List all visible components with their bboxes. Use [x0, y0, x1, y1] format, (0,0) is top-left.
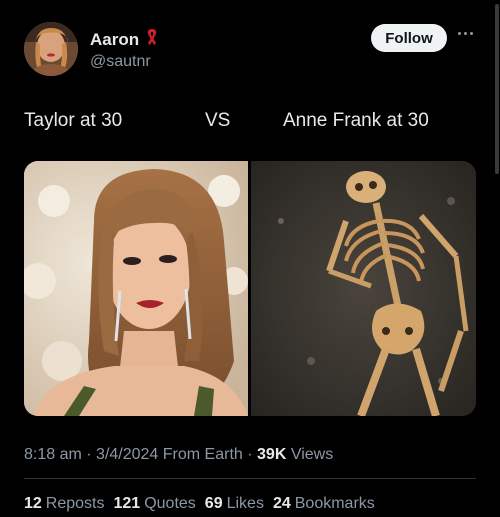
- stat-label: Quotes: [144, 495, 196, 512]
- author-name-row[interactable]: Aaron: [90, 27, 159, 52]
- stat-likes[interactable]: 69 Likes: [205, 495, 264, 513]
- author-handle[interactable]: @sautnr: [90, 53, 151, 71]
- stat-count: 121: [113, 495, 141, 512]
- scrollbar-thumb[interactable]: [495, 4, 499, 174]
- divider: [24, 478, 476, 479]
- stat-reposts[interactable]: 12 Reposts: [24, 495, 105, 513]
- avatar-image: [24, 22, 78, 76]
- stat-count: 12: [24, 495, 42, 512]
- author-display-name[interactable]: Aaron: [90, 30, 139, 50]
- meta-separator: ·: [247, 446, 253, 463]
- tweet-media[interactable]: [24, 161, 476, 416]
- avatar[interactable]: [24, 22, 78, 76]
- tweet-stats: 12 Reposts 121 Quotes 69 Likes 24 Bookmarks: [24, 495, 375, 513]
- tweet-text-left: Taylor at 30: [24, 110, 123, 131]
- tweet-source: From Earth: [162, 446, 243, 463]
- stat-quotes[interactable]: 121 Quotes: [114, 495, 196, 513]
- stat-bookmarks[interactable]: 24 Bookmarks: [273, 495, 375, 513]
- red-ribbon-icon: [145, 27, 159, 52]
- scrollbar[interactable]: [494, 0, 500, 517]
- follow-button[interactable]: Follow: [371, 24, 447, 52]
- tweet-time[interactable]: 8:18 am: [24, 446, 82, 463]
- tweet-date[interactable]: 3/4/2024: [96, 446, 158, 463]
- more-options-icon[interactable]: [458, 30, 476, 36]
- photo-woman-portrait[interactable]: [24, 161, 248, 416]
- tweet-text-vs: VS: [205, 110, 231, 131]
- stat-label: Reposts: [45, 495, 105, 512]
- stat-label: Likes: [226, 495, 264, 512]
- stat-label: Bookmarks: [294, 495, 375, 512]
- stat-count: 24: [272, 495, 291, 512]
- views-label[interactable]: Views: [291, 446, 333, 463]
- photo-skeleton-excavation[interactable]: [251, 161, 476, 416]
- meta-separator: ·: [86, 446, 92, 463]
- tweet-meta: 8:18 am · 3/4/2024 From Earth · 39K View…: [24, 446, 333, 464]
- stat-count: 69: [204, 495, 223, 512]
- views-count[interactable]: 39K: [257, 446, 286, 463]
- tweet-page: Aaron @sautnr Follow Taylor at 30 VS Ann…: [0, 0, 500, 517]
- tweet-text-right: Anne Frank at 30: [283, 110, 429, 131]
